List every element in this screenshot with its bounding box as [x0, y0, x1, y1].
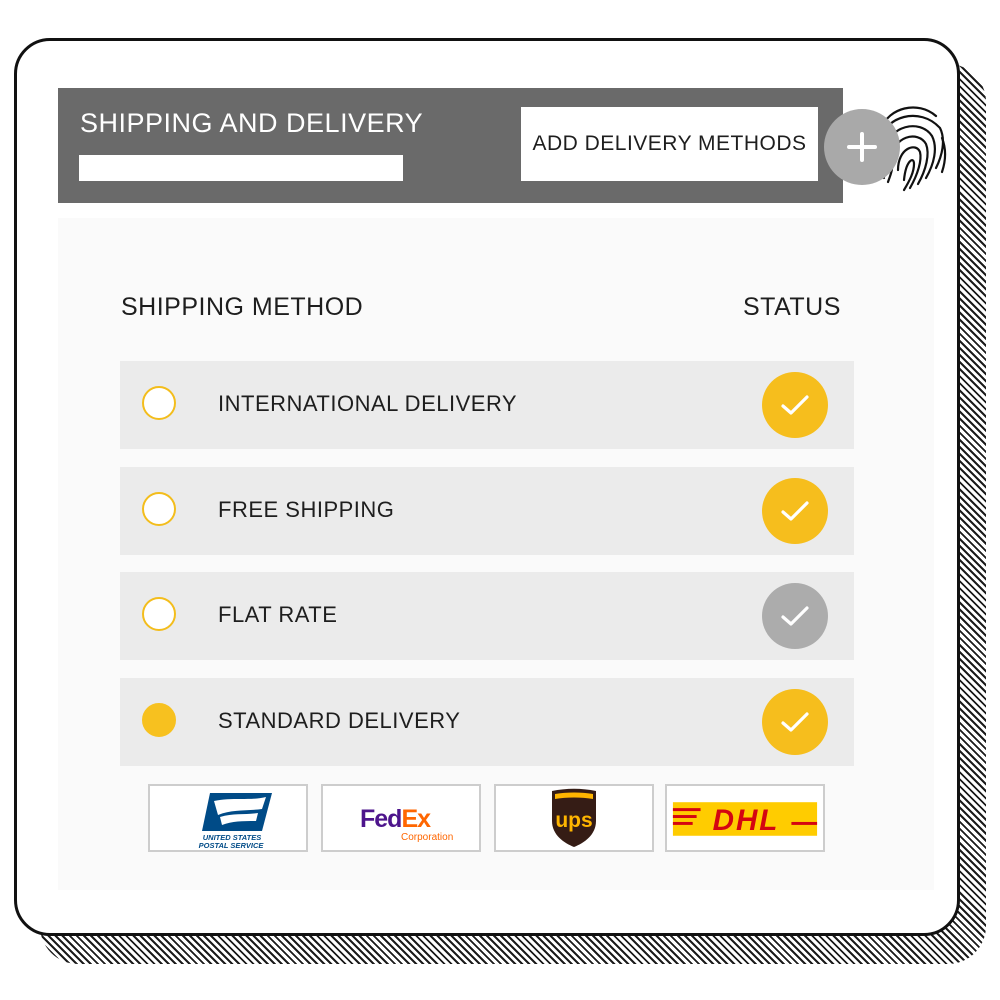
fedex-wordmark: FedEx Corporation	[360, 805, 453, 843]
status-toggle[interactable]	[762, 372, 828, 438]
ups-logo[interactable]: ups	[494, 784, 654, 852]
page-title: SHIPPING AND DELIVERY	[80, 108, 424, 138]
method-label: FLAT RATE	[218, 602, 338, 627]
ups-shield-icon: ups	[552, 788, 596, 847]
radio-button[interactable]	[142, 597, 176, 631]
usps-line2: POSTAL SERVICE	[199, 841, 265, 849]
method-label: INTERNATIONAL DELIVERY	[218, 391, 518, 416]
status-toggle[interactable]	[762, 478, 828, 544]
svg-text:FedEx: FedEx	[360, 805, 431, 833]
method-label: STANDARD DELIVERY	[218, 708, 461, 733]
radio-button[interactable]	[142, 492, 176, 526]
fedex-fed: Fed	[360, 805, 401, 833]
list-item[interactable]: FREE SHIPPING	[120, 467, 854, 555]
add-button[interactable]	[824, 109, 900, 185]
plus-icon	[847, 132, 877, 162]
dhl-wordmark: DHL	[672, 802, 818, 837]
fedex-sub: Corporation	[401, 832, 453, 843]
list-item[interactable]: FLAT RATE	[120, 572, 854, 660]
radio-button[interactable]	[142, 386, 176, 420]
ups-text: ups	[555, 809, 592, 832]
column-header-method: SHIPPING METHOD	[121, 293, 364, 321]
list-item[interactable]: STANDARD DELIVERY	[120, 678, 854, 766]
list-item[interactable]: INTERNATIONAL DELIVERY	[120, 361, 854, 449]
usps-eagle-icon: UNITED STATES POSTAL SERVICE	[199, 793, 272, 849]
check-icon	[781, 606, 809, 626]
status-toggle[interactable]	[762, 689, 828, 755]
title-placeholder-bar	[79, 155, 403, 181]
radio-button-selected[interactable]	[142, 703, 176, 737]
check-icon	[781, 712, 809, 732]
usps-logo[interactable]: UNITED STATES POSTAL SERVICE	[148, 784, 308, 852]
check-icon	[781, 501, 809, 521]
column-header-status: STATUS	[743, 293, 841, 321]
fedex-ex: Ex	[401, 805, 431, 833]
fedex-logo[interactable]: FedEx Corporation	[321, 784, 481, 852]
dhl-logo[interactable]: DHL	[665, 784, 825, 852]
dhl-text: DHL	[713, 804, 780, 837]
add-delivery-methods-button[interactable]: ADD DELIVERY METHODS	[521, 107, 818, 181]
check-icon	[781, 395, 809, 415]
method-label: FREE SHIPPING	[218, 497, 395, 522]
status-toggle[interactable]	[762, 583, 828, 649]
